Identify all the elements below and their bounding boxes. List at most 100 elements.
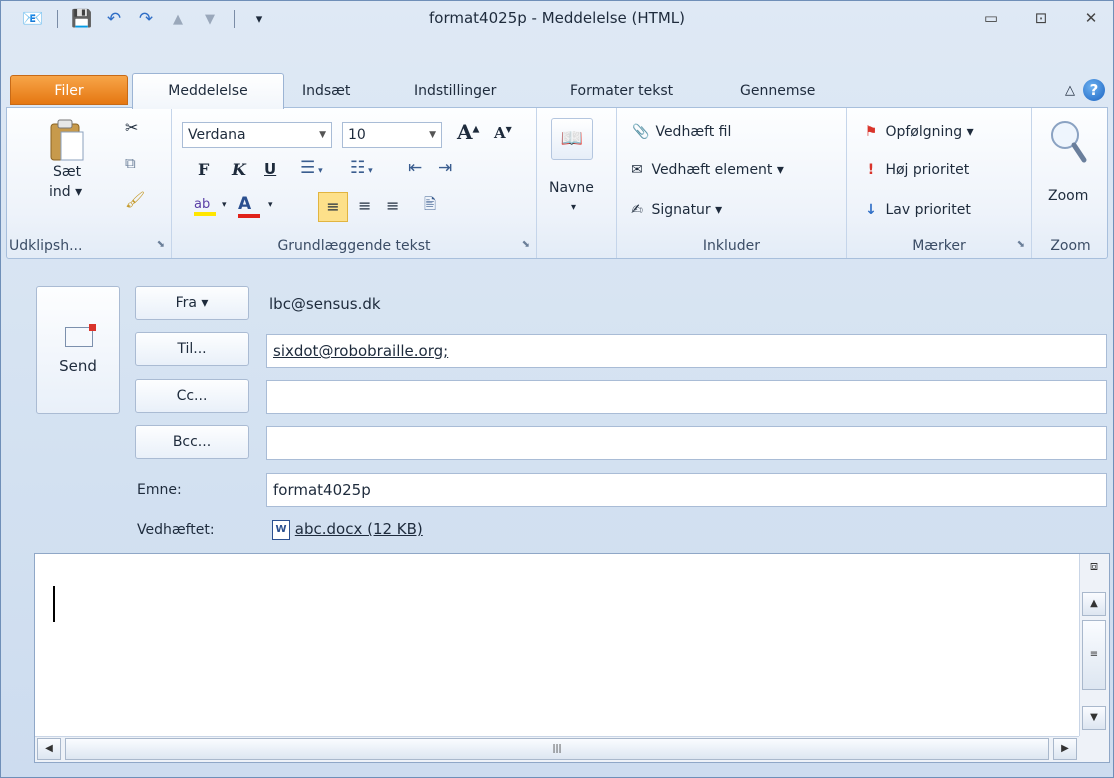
low-priority-label: Lav prioritet <box>885 202 971 218</box>
shrink-font-icon[interactable]: A▼ <box>494 124 512 142</box>
tab-options[interactable]: Indstillinger <box>414 75 496 107</box>
decrease-indent-icon[interactable]: ⇤ <box>408 158 422 178</box>
magnifier-icon[interactable] <box>1048 118 1088 168</box>
attached-label: Vedhæftet: <box>137 522 215 538</box>
font-size-combo[interactable]: 10 ▼ <box>342 122 442 148</box>
styles-icon[interactable]: 🖹 <box>424 194 436 219</box>
bold-button[interactable]: F <box>198 160 209 179</box>
group-include: 📎 Vedhæft fil ✉ Vedhæft element ▾ ✍ Sign… <box>617 108 847 258</box>
ruler-icon[interactable]: ⧈ <box>1082 556 1106 580</box>
message-body[interactable]: ⧈ ▲ ≡ ▼ ◀ ||| ▶ <box>34 553 1110 763</box>
bcc-field[interactable] <box>266 426 1107 460</box>
group-tags: ⚑ Opfølgning ▾ ! Høj prioritet ↓ Lav pri… <box>847 108 1032 258</box>
outlook-compose-window: 📧 💾 ↶ ↷ ▲ ▼ ▾ format4025p - Meddelelse (… <box>0 0 1114 778</box>
chevron-down-icon: ▼ <box>429 130 436 140</box>
increase-indent-icon[interactable]: ⇥ <box>438 158 452 178</box>
cc-button[interactable]: Cc... <box>135 379 249 413</box>
window-title: format4025p - Meddelelse (HTML) <box>429 9 685 27</box>
copy-icon[interactable]: ⧉ <box>125 154 136 172</box>
group-names: 📖 Navne ▾ <box>537 108 617 258</box>
cc-field[interactable] <box>266 380 1107 414</box>
group-label-zoom: Zoom <box>1050 238 1091 254</box>
scroll-right-icon[interactable]: ▶ <box>1053 738 1077 760</box>
collapse-ribbon-icon[interactable]: △ <box>1065 83 1075 98</box>
font-name-value: Verdana <box>188 127 246 143</box>
scroll-thumb[interactable]: ≡ <box>1082 620 1106 690</box>
flag-icon: ⚑ <box>864 124 878 140</box>
scroll-down-icon[interactable]: ▼ <box>1082 706 1106 730</box>
followup-button[interactable]: ⚑ Opfølgning ▾ <box>861 124 974 140</box>
close-icon[interactable]: ✕ <box>1079 9 1103 27</box>
font-size-value: 10 <box>348 127 366 143</box>
bcc-button[interactable]: Bcc... <box>135 425 249 459</box>
send-button[interactable]: Send <box>36 286 120 414</box>
bullets-icon[interactable]: ☰ ▾ <box>300 158 323 178</box>
maximize-icon[interactable]: ⊡ <box>1029 9 1053 27</box>
tab-row-right: △ ? <box>1065 79 1105 101</box>
attach-file-button[interactable]: 📎 Vedhæft fil <box>631 124 731 140</box>
highlight-icon[interactable]: ab <box>194 196 216 216</box>
font-name-combo[interactable]: Verdana ▼ <box>182 122 332 148</box>
send-label: Send <box>59 357 97 375</box>
window-controls: ▭ ⊡ ✕ <box>979 9 1103 27</box>
subject-field[interactable]: format4025p <box>266 473 1107 507</box>
format-painter-icon[interactable]: 🖌 <box>125 190 145 209</box>
chevron-down-icon: ▼ <box>319 130 326 140</box>
paste-dropdown[interactable]: ind ▾ <box>49 184 82 200</box>
names-button[interactable]: Navne <box>549 180 594 196</box>
horizontal-scroll-thumb[interactable]: ||| <box>65 738 1049 760</box>
group-label-include: Inkluder <box>702 238 761 254</box>
tab-insert[interactable]: Indsæt <box>302 75 350 107</box>
clipboard-launcher-icon[interactable]: ⬊ <box>157 239 165 250</box>
address-book-icon[interactable]: 📖 <box>551 118 593 160</box>
align-right-icon[interactable]: ≡ <box>386 196 399 215</box>
align-center-icon[interactable]: ≡ <box>358 196 371 215</box>
paste-icon[interactable] <box>47 118 91 162</box>
attachment-field: W abc.docx (12 KB) <box>266 513 1107 547</box>
attachment-link[interactable]: abc.docx (12 KB) <box>295 520 423 538</box>
group-label-tags: Mærker <box>912 238 966 254</box>
attach-item-button[interactable]: ✉ Vedhæft element ▾ <box>627 162 784 178</box>
chevron-down-icon[interactable]: ▾ <box>222 200 227 210</box>
low-priority-button[interactable]: ↓ Lav prioritet <box>861 202 971 218</box>
tags-launcher-icon[interactable]: ⬊ <box>1017 239 1025 250</box>
group-label-clipboard: Udklipsh... <box>9 238 83 254</box>
tab-message[interactable]: Meddelelse <box>132 73 284 109</box>
signature-label: Signatur ▾ <box>651 202 723 218</box>
group-clipboard: Sæt ind ▾ ✂ ⧉ 🖌 Udklipsh... ⬊ <box>7 108 172 258</box>
scroll-up-icon[interactable]: ▲ <box>1082 592 1106 616</box>
group-label-basic-text: Grundlæggende tekst <box>277 238 431 254</box>
names-chevron-down-icon[interactable]: ▾ <box>571 202 576 213</box>
zoom-button[interactable]: Zoom <box>1048 188 1088 204</box>
cut-icon[interactable]: ✂ <box>125 118 138 137</box>
grow-font-icon[interactable]: A▲ <box>457 120 479 144</box>
to-button[interactable]: Til... <box>135 332 249 366</box>
high-priority-button[interactable]: ! Høj prioritet <box>861 162 969 178</box>
chevron-down-icon[interactable]: ▾ <box>268 200 273 210</box>
to-field[interactable]: sixdot@robobraille.org; <box>266 334 1107 368</box>
scroll-left-icon[interactable]: ◀ <box>37 738 61 760</box>
help-icon[interactable]: ? <box>1083 79 1105 101</box>
tab-review[interactable]: Gennemse <box>740 75 815 107</box>
vertical-scrollbar[interactable]: ⧈ ▲ ≡ ▼ <box>1079 554 1109 736</box>
tab-format-text[interactable]: Formater tekst <box>570 75 673 107</box>
title-bar: 📧 💾 ↶ ↷ ▲ ▼ ▾ format4025p - Meddelelse (… <box>1 1 1113 39</box>
italic-button[interactable]: K <box>232 160 246 179</box>
high-priority-label: Høj prioritet <box>885 162 970 178</box>
align-left-icon[interactable]: ≡ <box>318 192 348 222</box>
send-icon <box>65 324 96 347</box>
minimize-icon[interactable]: ▭ <box>979 9 1003 27</box>
word-doc-icon: W <box>272 519 290 540</box>
group-basic-text: Verdana ▼ 10 ▼ A▲ A▼ F K U ☰ ▾ ☷ ▾ ⇤ ⇥ a… <box>172 108 537 258</box>
attach-item-label: Vedhæft element ▾ <box>651 162 784 178</box>
from-button[interactable]: Fra ▾ <box>135 286 249 320</box>
signature-icon: ✍ <box>631 202 643 218</box>
signature-button[interactable]: ✍ Signatur ▾ <box>627 202 722 218</box>
basic-text-launcher-icon[interactable]: ⬊ <box>522 239 530 250</box>
numbering-icon[interactable]: ☷ ▾ <box>350 158 373 178</box>
to-recipient[interactable]: sixdot@robobraille.org; <box>273 342 448 360</box>
horizontal-scrollbar[interactable]: ◀ ||| ▶ <box>35 736 1079 762</box>
tab-file[interactable]: Filer <box>10 75 128 105</box>
underline-button[interactable]: U <box>264 160 276 178</box>
font-color-icon[interactable]: A <box>238 194 260 218</box>
